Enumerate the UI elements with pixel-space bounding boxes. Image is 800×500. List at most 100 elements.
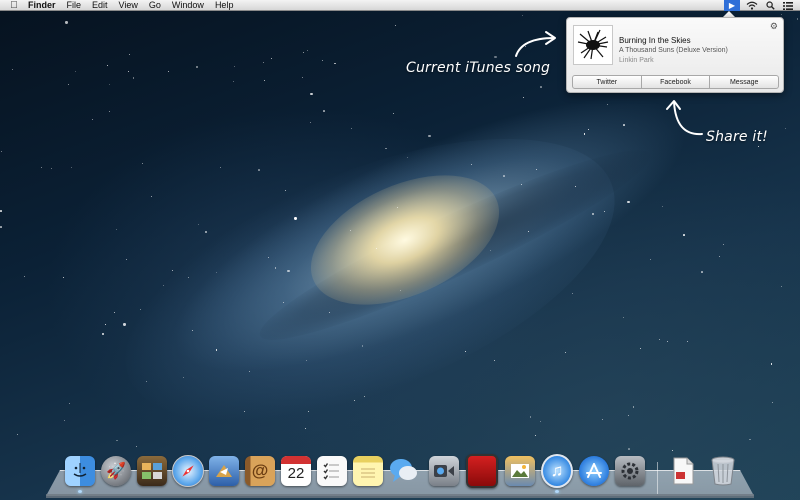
star	[350, 128, 352, 130]
star	[701, 271, 703, 273]
mission-control-icon	[137, 456, 167, 486]
star	[40, 166, 43, 169]
dock-photo-booth[interactable]	[466, 454, 498, 488]
star	[132, 77, 135, 79]
dock-finder[interactable]	[64, 455, 96, 487]
star	[349, 230, 351, 232]
dock-itunes[interactable]: ♫	[541, 454, 573, 488]
star	[639, 347, 641, 349]
star	[127, 70, 129, 72]
star	[195, 65, 199, 69]
star	[0, 226, 2, 228]
dock-trash[interactable]	[707, 455, 739, 487]
dock-calendar[interactable]: 22	[280, 455, 312, 487]
star	[784, 128, 786, 130]
apple-menu-icon[interactable]: 	[8, 0, 20, 11]
facebook-button[interactable]: Facebook	[642, 76, 711, 88]
album-art	[573, 25, 613, 65]
star	[628, 414, 630, 416]
menu-file[interactable]: File	[67, 0, 82, 11]
menu-window[interactable]: Window	[172, 0, 204, 11]
star	[167, 70, 170, 73]
dock-app-store[interactable]	[578, 455, 610, 487]
menu-app-name[interactable]: Finder	[28, 0, 56, 11]
star	[283, 301, 285, 303]
star	[522, 15, 524, 17]
star	[204, 230, 208, 233]
star	[723, 244, 725, 246]
star	[101, 332, 104, 335]
menu-edit[interactable]: Edit	[92, 0, 108, 11]
dock-shelf-edge	[46, 494, 754, 498]
notification-center-icon[interactable]	[782, 0, 794, 11]
star	[287, 269, 290, 273]
star	[671, 449, 674, 452]
star	[572, 293, 574, 295]
star	[274, 267, 277, 269]
documents-icon	[668, 456, 698, 486]
dock-mail[interactable]	[208, 455, 240, 487]
message-button[interactable]: Message	[710, 76, 778, 88]
star	[171, 270, 173, 272]
star	[267, 256, 269, 258]
wifi-icon[interactable]	[746, 0, 758, 11]
annotation-current-song: Current iTunes song	[406, 60, 551, 76]
twitter-button[interactable]: Twitter	[573, 76, 642, 88]
dock-notes[interactable]	[352, 455, 384, 487]
star	[780, 285, 783, 288]
finder-running-indicator	[78, 490, 82, 493]
star	[128, 53, 131, 56]
star	[627, 200, 630, 204]
share-icon[interactable]: ▶	[724, 0, 740, 11]
itunes-icon: ♫	[541, 454, 573, 488]
star	[540, 420, 542, 422]
calendar-day: 22	[287, 465, 305, 482]
star	[126, 258, 128, 260]
system-preferences-icon	[615, 456, 645, 486]
star	[601, 418, 603, 420]
star	[309, 121, 311, 123]
dock-launchpad[interactable]: 🚀	[100, 455, 132, 487]
star	[522, 97, 524, 99]
star	[385, 147, 387, 150]
dock-facetime[interactable]	[428, 455, 460, 487]
iphoto-icon	[505, 456, 535, 486]
star	[262, 61, 265, 64]
star	[65, 21, 68, 24]
star	[796, 18, 799, 20]
dock-iphoto[interactable]	[504, 455, 536, 487]
star	[535, 434, 537, 436]
menu-view[interactable]: View	[119, 0, 138, 11]
spotlight-icon[interactable]	[764, 0, 776, 11]
star	[51, 168, 53, 170]
menu-go[interactable]: Go	[149, 0, 161, 11]
track-album: A Thousand Suns (Deluxe Version)	[619, 47, 728, 54]
star	[606, 103, 608, 105]
star	[392, 113, 394, 115]
dock-messages[interactable]	[388, 455, 420, 487]
star	[757, 145, 759, 147]
dock-system-preferences[interactable]	[614, 455, 646, 487]
menu-help[interactable]: Help	[215, 0, 234, 11]
mail-icon	[209, 456, 239, 486]
star	[232, 80, 234, 82]
reminders-icon	[317, 456, 347, 486]
dock-divider	[657, 462, 658, 494]
star	[306, 359, 307, 361]
star	[191, 329, 193, 331]
star	[394, 24, 397, 27]
dock-mission-control[interactable]	[136, 455, 168, 487]
star	[263, 79, 265, 81]
star	[197, 224, 199, 226]
dock-contacts[interactable]: @	[244, 455, 276, 487]
star	[683, 234, 685, 236]
dock-safari[interactable]	[172, 455, 204, 487]
star	[650, 259, 652, 261]
dock-documents[interactable]	[667, 455, 699, 487]
contacts-icon: @	[245, 456, 275, 486]
dock-reminders[interactable]	[316, 455, 348, 487]
gear-icon[interactable]: ⚙	[770, 21, 778, 32]
safari-icon	[172, 455, 204, 487]
star	[494, 359, 496, 361]
messages-icon	[389, 456, 419, 486]
